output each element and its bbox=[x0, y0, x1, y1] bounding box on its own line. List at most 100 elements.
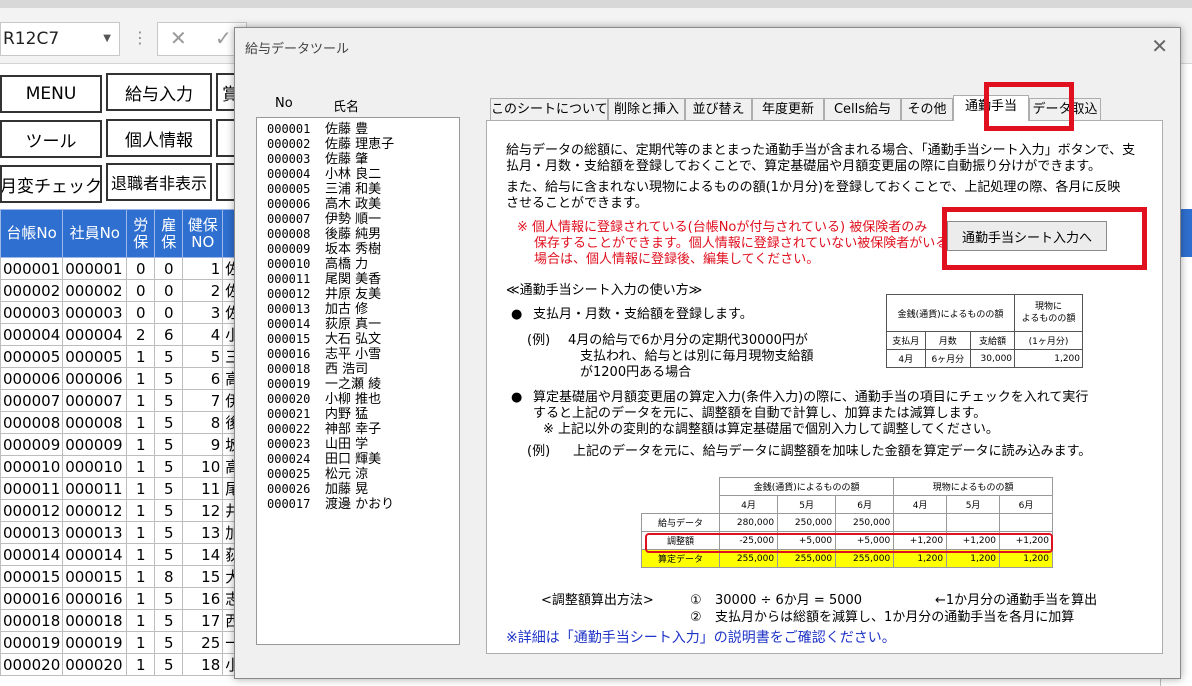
grid-cell-koyo[interactable]: 5 bbox=[154, 389, 184, 412]
grid-cell-koyo[interactable]: 5 bbox=[154, 455, 184, 478]
hide-retired-button[interactable]: 退職者非表示 bbox=[106, 163, 212, 201]
tab-about-sheet[interactable]: このシートについて bbox=[490, 98, 608, 120]
grid-cell-koyo[interactable]: 5 bbox=[154, 345, 184, 368]
grid-cell-kenpo[interactable]: 8 bbox=[182, 411, 224, 434]
grid-cell-rou[interactable]: 1 bbox=[126, 433, 156, 456]
grid-cell-daicho[interactable]: 000012 bbox=[0, 499, 64, 522]
table-row[interactable]: 000004 000004 2 6 4 小 bbox=[0, 323, 244, 346]
grid-cell-kenpo[interactable]: 11 bbox=[182, 477, 224, 500]
list-item[interactable]: 000005 三浦 和美 bbox=[267, 182, 459, 197]
table-row[interactable]: 000005 000005 1 5 5 三 bbox=[0, 345, 244, 368]
table-row[interactable]: 000003 000003 0 0 3 佐 bbox=[0, 301, 244, 324]
grid-cell-rou[interactable]: 1 bbox=[126, 609, 156, 632]
grid-cell-daicho[interactable]: 000020 bbox=[0, 653, 64, 676]
tab-sort[interactable]: 並び替え bbox=[685, 98, 752, 120]
salary-input-button[interactable]: 給与入力 bbox=[106, 73, 212, 111]
list-item[interactable]: 000007 伊勢 順一 bbox=[267, 212, 459, 227]
table-row[interactable]: 000006 000006 1 5 6 高 bbox=[0, 367, 244, 390]
grid-cell-koyo[interactable]: 0 bbox=[154, 279, 184, 302]
grid-cell-kenpo[interactable]: 16 bbox=[182, 587, 224, 610]
grid-cell-shain[interactable]: 000008 bbox=[62, 411, 128, 434]
grid-cell-rou[interactable]: 1 bbox=[126, 521, 156, 544]
grid-cell-shain[interactable]: 000020 bbox=[62, 653, 128, 676]
grid-cell-kenpo[interactable]: 3 bbox=[182, 301, 224, 324]
table-row[interactable]: 000016 000016 1 5 16 志 bbox=[0, 587, 244, 610]
grid-cell-rou[interactable]: 0 bbox=[126, 301, 156, 324]
grid-cell-shain[interactable]: 000012 bbox=[62, 499, 128, 522]
list-item[interactable]: 000003 佐藤 肇 bbox=[267, 152, 459, 167]
grid-cell-shain[interactable]: 000011 bbox=[62, 477, 128, 500]
grid-cell-rou[interactable]: 0 bbox=[126, 257, 156, 280]
employee-listbox[interactable]: 000001 佐藤 豊 000002 佐藤 理恵子 000003 佐藤 肇 000004 小林… bbox=[256, 117, 460, 645]
list-item[interactable]: 000017 渡邊 かおり bbox=[267, 497, 459, 512]
grid-cell-koyo[interactable]: 5 bbox=[154, 521, 184, 544]
list-item[interactable]: 000006 高木 政美 bbox=[267, 197, 459, 212]
table-row[interactable]: 000020 000020 1 5 18 小 bbox=[0, 653, 244, 676]
table-row[interactable]: 000019 000019 1 5 25 一 bbox=[0, 631, 244, 654]
close-icon[interactable]: ✕ bbox=[1151, 34, 1168, 58]
list-item[interactable]: 000013 加古 修 bbox=[267, 302, 459, 317]
grid-cell-shain[interactable]: 000002 bbox=[62, 279, 128, 302]
cancel-icon[interactable]: ✕ bbox=[170, 26, 187, 50]
list-item[interactable]: 000009 坂本 秀樹 bbox=[267, 242, 459, 257]
confirm-icon[interactable]: ✓ bbox=[215, 26, 232, 50]
table-row[interactable]: 000013 000013 1 5 13 加 bbox=[0, 521, 244, 544]
grid-cell-kenpo[interactable]: 10 bbox=[182, 455, 224, 478]
grid-cell-rou[interactable]: 0 bbox=[126, 279, 156, 302]
col-header-koyo[interactable]: 雇保 bbox=[154, 209, 184, 258]
grid-cell-rou[interactable]: 1 bbox=[126, 477, 156, 500]
grid-cell-shain[interactable]: 000007 bbox=[62, 389, 128, 412]
tab-cells-salary[interactable]: Cells給与 bbox=[824, 98, 901, 120]
tab-year-update[interactable]: 年度更新 bbox=[752, 98, 824, 120]
list-item[interactable]: 000018 西 浩司 bbox=[267, 362, 459, 377]
grid-cell-koyo[interactable]: 5 bbox=[154, 653, 184, 676]
grid-cell-daicho[interactable]: 000007 bbox=[0, 389, 64, 412]
personal-info-button[interactable]: 個人情報 bbox=[106, 119, 212, 157]
grid-cell-koyo[interactable]: 5 bbox=[154, 411, 184, 434]
grid-cell-rou[interactable]: 1 bbox=[126, 389, 156, 412]
list-item[interactable]: 000023 山田 学 bbox=[267, 437, 459, 452]
grid-cell-kenpo[interactable]: 6 bbox=[182, 367, 224, 390]
table-row[interactable]: 000001 000001 0 0 1 佐 bbox=[0, 257, 244, 280]
grid-cell-shain[interactable]: 000005 bbox=[62, 345, 128, 368]
grid-cell-daicho[interactable]: 000011 bbox=[0, 477, 64, 500]
grid-cell-koyo[interactable]: 8 bbox=[154, 565, 184, 588]
table-row[interactable]: 000010 000010 1 5 10 高 bbox=[0, 455, 244, 478]
grid-cell-rou[interactable]: 1 bbox=[126, 367, 156, 390]
grid-cell-rou[interactable]: 1 bbox=[126, 587, 156, 610]
grid-cell-koyo[interactable]: 5 bbox=[154, 499, 184, 522]
list-item[interactable]: 000008 後藤 純男 bbox=[267, 227, 459, 242]
list-item[interactable]: 000012 井原 友美 bbox=[267, 287, 459, 302]
grid-cell-daicho[interactable]: 000004 bbox=[0, 323, 64, 346]
grid-cell-shain[interactable]: 000015 bbox=[62, 565, 128, 588]
monthly-change-check-button[interactable]: 月変チェック bbox=[0, 165, 102, 203]
list-item[interactable]: 000019 一之瀬 綾 bbox=[267, 377, 459, 392]
grid-cell-koyo[interactable]: 5 bbox=[154, 543, 184, 566]
grid-cell-rou[interactable]: 1 bbox=[126, 543, 156, 566]
grid-cell-shain[interactable]: 000001 bbox=[62, 257, 128, 280]
list-item[interactable]: 000001 佐藤 豊 bbox=[267, 122, 459, 137]
list-item[interactable]: 000015 大石 弘文 bbox=[267, 332, 459, 347]
grid-cell-kenpo[interactable]: 7 bbox=[182, 389, 224, 412]
grid-cell-kenpo[interactable]: 18 bbox=[182, 653, 224, 676]
grid-cell-kenpo[interactable]: 9 bbox=[182, 433, 224, 456]
table-row[interactable]: 000011 000011 1 5 11 尾 bbox=[0, 477, 244, 500]
grid-cell-kenpo[interactable]: 14 bbox=[182, 543, 224, 566]
grid-cell-shain[interactable]: 000006 bbox=[62, 367, 128, 390]
grid-cell-daicho[interactable]: 000018 bbox=[0, 609, 64, 632]
table-row[interactable]: 000002 000002 0 0 2 佐 bbox=[0, 279, 244, 302]
col-header-daicho[interactable]: 台帳No bbox=[0, 209, 64, 258]
grid-cell-shain[interactable]: 000018 bbox=[62, 609, 128, 632]
list-item[interactable]: 000016 志平 小雪 bbox=[267, 347, 459, 362]
grid-cell-daicho[interactable]: 000005 bbox=[0, 345, 64, 368]
list-item[interactable]: 000014 荻原 真一 bbox=[267, 317, 459, 332]
grid-cell-shain[interactable]: 000014 bbox=[62, 543, 128, 566]
list-item[interactable]: 000010 高橋 力 bbox=[267, 257, 459, 272]
grid-cell-kenpo[interactable]: 2 bbox=[182, 279, 224, 302]
grid-cell-rou[interactable]: 1 bbox=[126, 631, 156, 654]
name-box[interactable]: R12C7 ▼ bbox=[0, 22, 120, 56]
grid-cell-daicho[interactable]: 000001 bbox=[0, 257, 64, 280]
tab-delete-insert[interactable]: 削除と挿入 bbox=[608, 98, 685, 120]
grid-cell-daicho[interactable]: 000013 bbox=[0, 521, 64, 544]
col-header-shain[interactable]: 社員No bbox=[62, 209, 128, 258]
